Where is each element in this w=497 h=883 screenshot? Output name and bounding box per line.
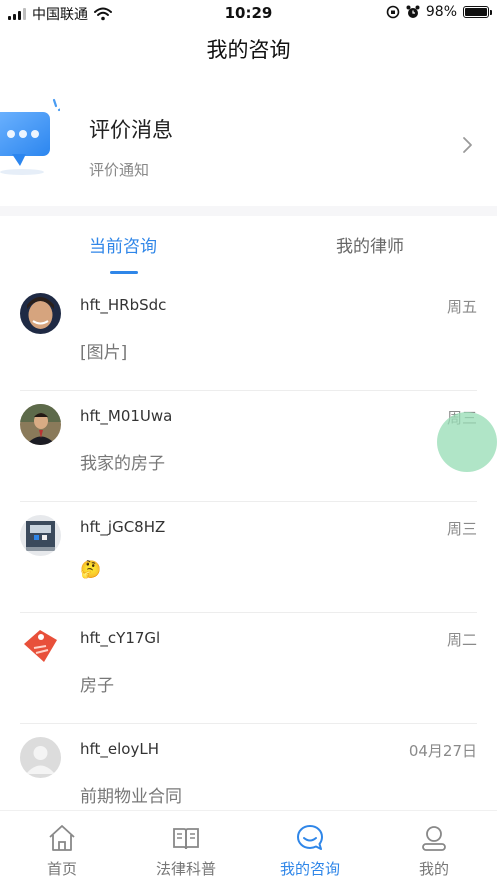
message-time: 周二 [446,631,477,649]
battery-icon [463,6,492,18]
photo-portrait-avatar [20,293,61,334]
tab-current-consult[interactable]: 当前咨询 [89,232,157,257]
tabbar-item-mine[interactable]: 我的 [372,811,496,883]
message-time: 04月27日 [408,742,477,760]
message-preview: 我家的房子 [80,454,165,474]
battery-percent: 98% [425,4,457,20]
page-title: 我的咨询 [206,38,291,62]
message-preview: 前期物业合同 [80,787,182,807]
message-time: 周三 [446,520,477,538]
message-preview: 房子 [80,676,114,696]
photo-man-avatar [20,404,61,445]
review-title: 评价消息 [89,118,173,142]
contact-name: hft_jGC8HZ [80,518,166,536]
status-bar: 中国联通 10:29 98% [0,0,497,26]
tabbar-item-law[interactable]: 法律科普 [124,811,248,883]
conversation-row[interactable]: hft_HRbSdc 周五 [图片] [0,280,497,391]
message-preview: [图片] [80,343,128,363]
tabbar-item-consult[interactable]: 我的咨询 [248,811,372,883]
alarm-icon [406,5,420,18]
chevron-right-icon [463,137,472,153]
photo-building-avatar [20,515,61,556]
conversation-row[interactable]: hft_cY17Gl 周二 房子 [0,613,497,724]
section-divider [0,206,497,216]
home-icon [49,825,75,851]
message-bubble-icon [0,98,60,175]
active-tab-indicator [110,271,138,274]
tabbar-label: 我的 [418,860,449,878]
user-icon [422,826,446,851]
orientation-lock-icon [386,5,400,19]
consult-tabs: 当前咨询 我的律师 [0,216,497,280]
status-right: 98% [386,4,492,20]
review-notification-banner[interactable]: 评价消息 评价通知 [0,82,497,206]
touch-indicator [437,412,497,472]
default-user-avatar [20,737,61,778]
contact-name: hft_cY17Gl [80,629,161,647]
tabbar-label: 我的咨询 [279,860,340,878]
conversation-list: hft_HRbSdc 周五 [图片] hft_M01Uwa 周三 我家的房子 h… [0,280,497,835]
bottom-tab-bar: 首页 法律科普 我的咨询 我的 [0,810,497,883]
message-time: 周五 [446,298,477,316]
tabbar-item-home[interactable]: 首页 [0,811,124,883]
conversation-row[interactable]: hft_jGC8HZ 周三 🤔 [0,502,497,613]
contact-name: hft_HRbSdc [80,296,167,314]
contact-name: hft_eloyLH [80,740,159,758]
tab-my-lawyers[interactable]: 我的律师 [336,232,404,257]
tabbar-label: 法律科普 [155,860,216,878]
battery-fill [465,8,487,16]
red-tag-avatar [20,626,61,667]
book-icon [173,828,199,850]
message-preview: 🤔 [80,560,102,580]
conversation-row[interactable]: hft_M01Uwa 周三 我家的房子 [0,391,497,502]
review-subtitle: 评价通知 [89,161,150,179]
contact-name: hft_M01Uwa [80,407,173,425]
chat-bubble-icon [297,825,323,850]
tabbar-label: 首页 [46,860,77,878]
